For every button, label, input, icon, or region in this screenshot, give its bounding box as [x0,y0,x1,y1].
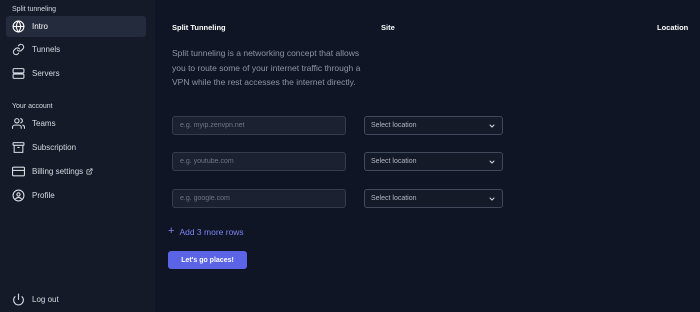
user-circle-icon [12,189,25,202]
main-content: Split Tunneling Site Location Split tunn… [155,0,700,312]
sidebar-item-label: Profile [32,191,55,200]
header-site: Site [381,23,395,32]
globe-icon [12,20,25,33]
server-icon [12,67,25,80]
sidebar-item-profile[interactable]: Profile [6,185,146,206]
users-icon [12,117,25,130]
plus-icon: + [168,225,175,237]
site-input-1[interactable] [172,116,346,135]
sidebar-item-label: Intro [32,22,49,31]
chevron-down-icon [488,158,496,166]
section-label-your-account: Your account [12,103,53,110]
sidebar-item-label: Billing settings [32,167,84,176]
location-select-3[interactable]: Select location [364,189,503,208]
location-select-value: Select location [371,122,417,129]
lets-go-places-button[interactable]: Let's go places! [168,251,247,269]
external-link-icon [86,168,93,175]
add-rows-label: Add 3 more rows [179,226,244,237]
chevron-down-icon [488,122,496,130]
sidebar-item-subscription[interactable]: Subscription [6,137,146,158]
location-select-1[interactable]: Select location [364,116,503,135]
sidebar: Split tunneling Intro Tunnels Servers Yo… [0,0,155,312]
logout-label: Log out [32,295,59,304]
credit-card-icon [12,165,25,178]
sidebar-item-servers[interactable]: Servers [6,63,146,84]
site-input-3[interactable] [172,189,346,208]
sidebar-item-label: Subscription [32,143,77,152]
intro-text: Split tunneling is a networking concept … [172,48,361,87]
archive-icon [12,141,25,154]
sidebar-item-label: Teams [32,119,56,128]
chevron-down-icon [488,195,496,203]
location-select-value: Select location [371,195,417,202]
location-select-value: Select location [371,158,417,165]
header-location: Location [657,23,689,32]
sidebar-item-label: Tunnels [32,45,61,54]
location-select-2[interactable]: Select location [364,152,503,171]
sidebar-item-billing-settings[interactable]: Billing settings [6,161,146,182]
sidebar-item-label: Servers [32,69,60,78]
link-icon [12,43,25,56]
sidebar-item-teams[interactable]: Teams [6,113,146,134]
logout-button[interactable]: Log out [6,289,146,310]
section-label-split-tunneling: Split tunneling [12,6,56,13]
add-rows-button[interactable]: + Add 3 more rows [168,226,244,237]
power-icon [12,293,25,306]
sidebar-item-tunnels[interactable]: Tunnels [6,39,146,60]
sidebar-item-intro[interactable]: Intro [6,16,146,37]
site-input-2[interactable] [172,152,346,171]
header-split-tunneling: Split Tunneling [172,23,226,32]
